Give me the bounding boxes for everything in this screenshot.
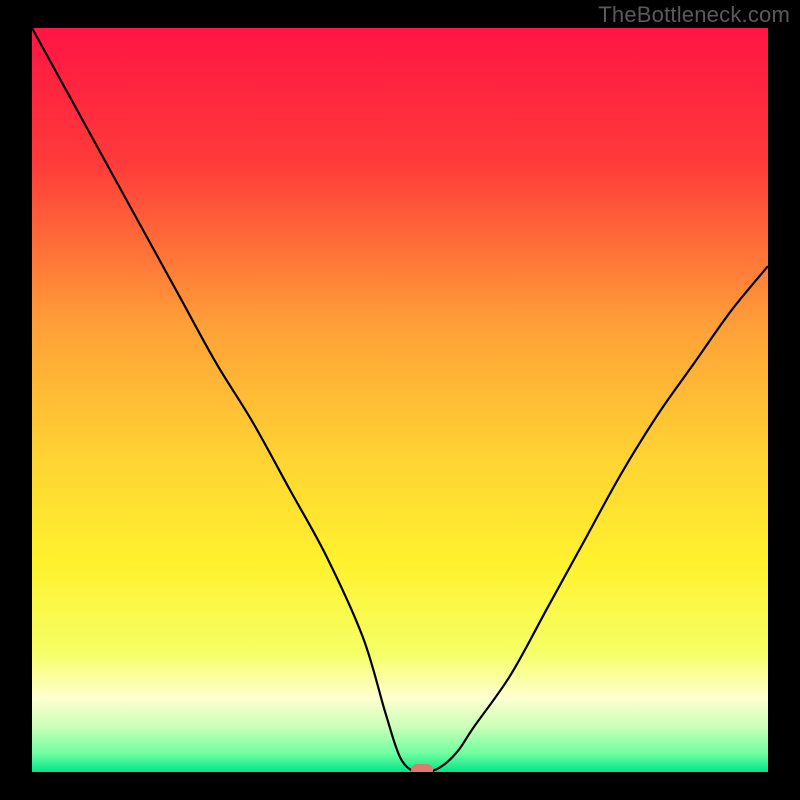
chart-frame: TheBottleneck.com — [0, 0, 800, 800]
bottleneck-chart — [32, 28, 768, 772]
gradient-background — [32, 28, 768, 772]
plot-area — [32, 28, 768, 772]
source-attribution: TheBottleneck.com — [598, 2, 790, 28]
optimal-marker — [411, 764, 433, 772]
